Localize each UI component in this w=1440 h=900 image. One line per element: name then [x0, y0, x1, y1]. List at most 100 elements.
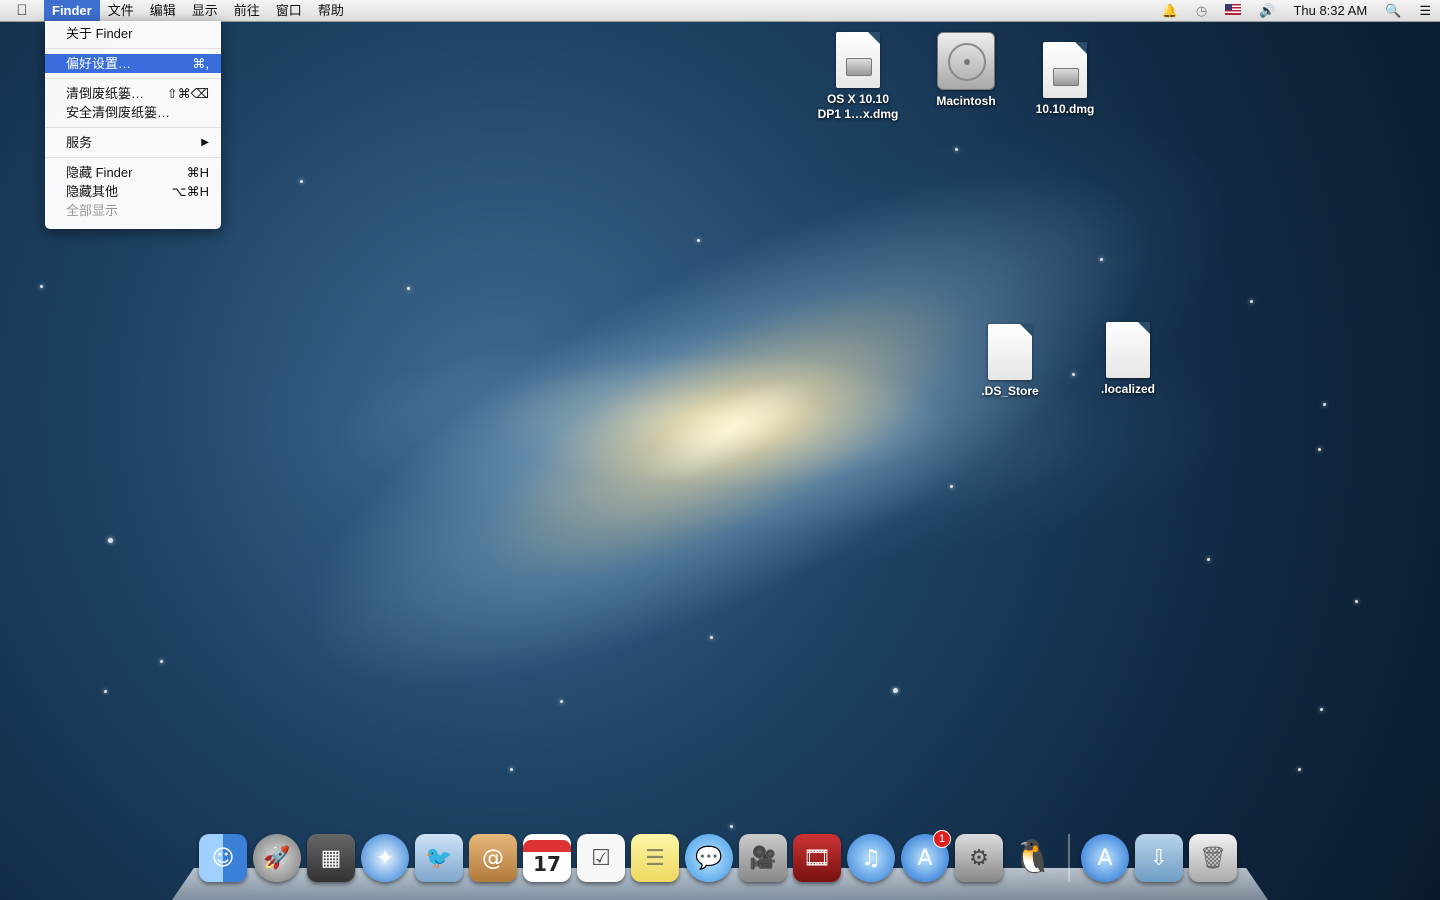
menu-item-about-finder[interactable]: 关于 Finder: [45, 24, 221, 43]
star: [510, 768, 513, 771]
blank-file-icon: [988, 324, 1032, 380]
star: [1320, 708, 1323, 711]
menu-separator: [45, 157, 221, 158]
calendar-day: 17: [533, 852, 561, 876]
menu-item-label: 隐藏其他: [66, 184, 119, 199]
menu-view[interactable]: 显示: [184, 0, 226, 21]
dock-itunes-icon[interactable]: ♫: [847, 834, 895, 882]
wallpaper-galaxy: [153, 11, 1307, 849]
desktop-icon-ds-store[interactable]: .DS_Store: [955, 324, 1065, 399]
dock-qq-icon[interactable]: 🐧: [1009, 834, 1057, 882]
time-machine-icon[interactable]: ◷: [1196, 3, 1207, 19]
star: [300, 180, 303, 183]
star: [955, 148, 958, 151]
star: [160, 660, 163, 663]
star: [407, 287, 410, 290]
submenu-arrow-icon: ▶: [201, 137, 209, 148]
desktop-icon-label: .localized: [1100, 382, 1156, 396]
dock-applications-stack-icon[interactable]: A: [1081, 834, 1129, 882]
star: [1318, 448, 1321, 451]
menu-edit[interactable]: 编辑: [142, 0, 184, 21]
star: [1100, 258, 1103, 261]
menu-file[interactable]: 文件: [100, 0, 142, 21]
star: [560, 700, 563, 703]
star: [730, 825, 733, 828]
menu-item-hide-finder[interactable]: 隐藏 Finder ⌘H: [45, 163, 221, 182]
dock-trash-icon[interactable]: 🗑: [1189, 834, 1237, 882]
menu-finder[interactable]: Finder: [44, 0, 100, 21]
desktop-icon-osx-dmg[interactable]: OS X 10.10 DP1 1…x.dmg: [803, 32, 913, 122]
star: [1298, 768, 1301, 771]
dock-mail-icon[interactable]: 🐦: [415, 834, 463, 882]
calendar-header: [523, 840, 571, 852]
dock-safari-icon[interactable]: ✦: [361, 834, 409, 882]
notification-bell-icon[interactable]: 🔔: [1162, 3, 1178, 19]
dock: ☺ 🚀 ▦ ✦ 🐦 @ 17 ☑ ☰ 💬 🎥 🎞 ♫ A1 ⚙ 🐧 A ⇩ 🗑: [196, 830, 1240, 890]
finder-menu-dropdown: 关于 Finder 偏好设置… ⌘, 清倒废纸篓… ⇧⌘⌫ 安全清倒废纸篓… 服…: [45, 21, 221, 229]
menu-bar:  Finder 文件 编辑 显示 前往 窗口 帮助 🔔 ◷ 🔊 Thu 8:3…: [0, 0, 1440, 22]
us-flag-input-icon[interactable]: [1225, 3, 1242, 18]
blank-file-icon: [1106, 322, 1150, 378]
menu-item-services[interactable]: 服务 ▶: [45, 133, 221, 152]
dock-messages-icon[interactable]: 💬: [685, 834, 733, 882]
menu-item-label: 关于 Finder: [66, 26, 133, 41]
menu-item-shortcut: ⌘,: [192, 56, 209, 71]
menu-item-label: 安全清倒废纸篓…: [66, 105, 171, 120]
hard-drive-icon: [937, 32, 995, 90]
menu-item-label: 隐藏 Finder: [66, 165, 133, 180]
desktop-icon-label: OS X 10.10 DP1 1…x.dmg: [817, 92, 899, 121]
desktop-icon-macintosh-hd[interactable]: Macintosh: [911, 32, 1021, 109]
desktop-icon-label: Macintosh: [936, 94, 996, 108]
star: [893, 688, 898, 693]
dock-app-store-icon[interactable]: A1: [901, 830, 951, 882]
star: [697, 239, 700, 242]
star: [1207, 558, 1210, 561]
dock-reminders-icon[interactable]: ☑: [577, 834, 625, 882]
dock-finder-icon[interactable]: ☺: [199, 834, 247, 882]
star: [710, 636, 713, 639]
star: [104, 690, 107, 693]
dock-separator: [1068, 834, 1070, 882]
dock-mission-control-icon[interactable]: ▦: [307, 834, 355, 882]
app-store-badge: 1: [933, 830, 951, 848]
spotlight-search-icon[interactable]: 🔍: [1385, 3, 1401, 19]
desktop-icon-label: .DS_Store: [981, 384, 1039, 398]
dock-downloads-folder-icon[interactable]: ⇩: [1135, 834, 1183, 882]
menu-item-hide-others[interactable]: 隐藏其他 ⌥⌘H: [45, 182, 221, 201]
status-menus: 🔔 ◷ 🔊 Thu 8:32 AM 🔍 ☰: [1153, 0, 1440, 21]
dock-photo-booth-icon[interactable]: 🎞: [793, 834, 841, 882]
dock-system-preferences-icon[interactable]: ⚙: [955, 834, 1003, 882]
disk-image-file-icon: [1043, 42, 1087, 98]
menu-item-secure-empty-trash[interactable]: 安全清倒废纸篓…: [45, 103, 221, 122]
dock-launchpad-icon[interactable]: 🚀: [253, 834, 301, 882]
menu-window[interactable]: 窗口: [268, 0, 310, 21]
menu-item-shortcut: ⌥⌘H: [171, 184, 209, 199]
menu-clock[interactable]: Thu 8:32 AM: [1293, 3, 1367, 18]
menu-item-shortcut: ⇧⌘⌫: [166, 86, 209, 101]
menu-go[interactable]: 前往: [226, 0, 268, 21]
menu-item-shortcut: ⌘H: [186, 165, 209, 180]
dock-notes-icon[interactable]: ☰: [631, 834, 679, 882]
star: [1250, 300, 1253, 303]
star: [1323, 403, 1326, 406]
desktop-icon-localized[interactable]: .localized: [1073, 322, 1183, 397]
menu-separator: [45, 78, 221, 79]
star: [950, 485, 953, 488]
menu-help[interactable]: 帮助: [310, 0, 352, 21]
desktop-icon-label: 10.10.dmg: [1035, 102, 1095, 116]
menu-item-preferences[interactable]: 偏好设置… ⌘,: [45, 54, 221, 73]
menu-item-empty-trash[interactable]: 清倒废纸篓… ⇧⌘⌫: [45, 84, 221, 103]
star: [1355, 600, 1358, 603]
dock-calendar-icon[interactable]: 17: [523, 834, 571, 882]
menu-item-label: 服务: [66, 135, 93, 150]
notification-center-list-icon[interactable]: ☰: [1419, 3, 1431, 19]
menu-item-show-all: 全部显示: [45, 201, 221, 220]
star: [40, 285, 43, 288]
apple-icon[interactable]: : [0, 2, 44, 19]
menu-item-label: 全部显示: [66, 203, 119, 218]
dock-contacts-icon[interactable]: @: [469, 834, 517, 882]
volume-icon[interactable]: 🔊: [1259, 3, 1275, 19]
dock-facetime-icon[interactable]: 🎥: [739, 834, 787, 882]
menu-separator: [45, 48, 221, 49]
desktop-icon-1010-dmg[interactable]: 10.10.dmg: [1010, 42, 1120, 117]
